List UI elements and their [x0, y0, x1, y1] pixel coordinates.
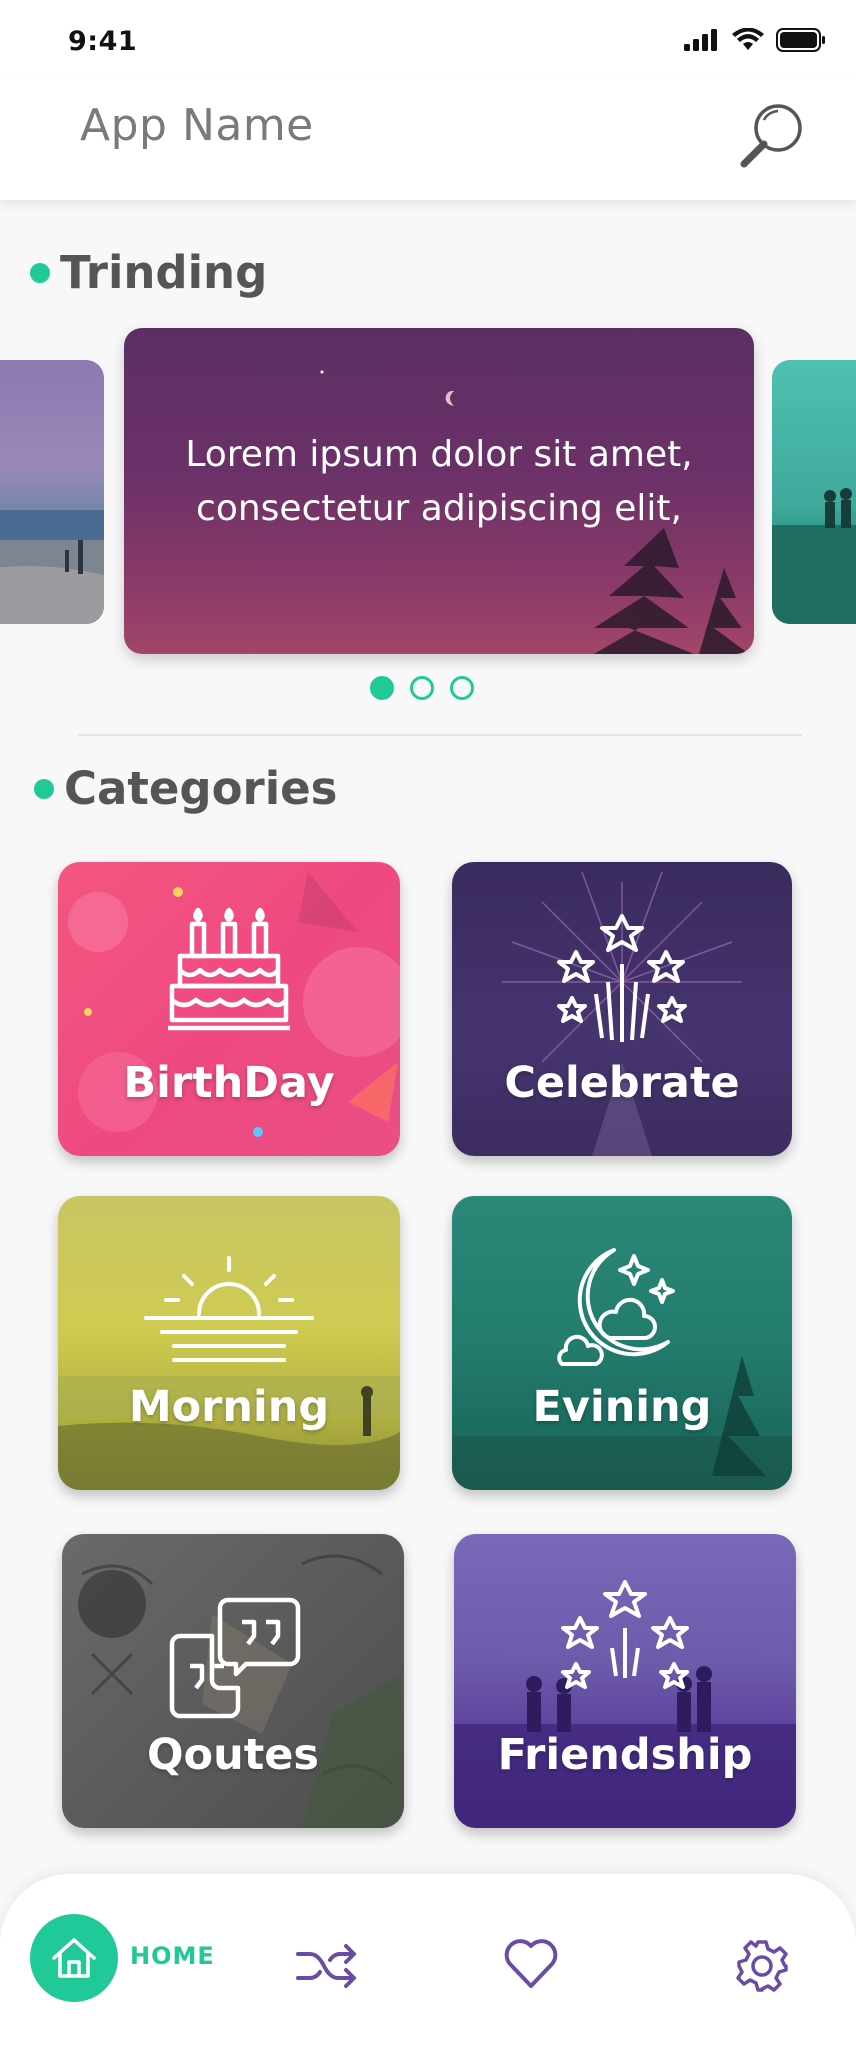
pager-dot-2[interactable]: [410, 676, 434, 700]
birthday-cake-icon: [168, 907, 290, 1031]
categories-title-text: Categories: [64, 762, 338, 815]
trending-text-line1: Lorem ipsum dolor sit amet,: [185, 434, 693, 475]
home-icon: [52, 1938, 96, 1978]
settings-icon[interactable]: [734, 1938, 790, 1994]
category-label: Morning: [128, 1382, 330, 1432]
sunrise-icon: [144, 1256, 314, 1362]
status-time: 9:41: [68, 26, 138, 57]
fireworks-icon: [557, 914, 687, 1042]
stars-icon: [561, 1580, 689, 1689]
trending-title-text: Trinding: [60, 246, 268, 299]
quote-bubbles-icon: [169, 1597, 301, 1719]
trending-card-text: Lorem ipsum dolor sit amet, consectetur …: [124, 428, 754, 536]
accent-dot: [30, 262, 50, 283]
app-title: App Name: [80, 100, 314, 151]
category-label: Evining: [532, 1382, 712, 1432]
wifi-icon: [732, 28, 764, 50]
trending-card-prev[interactable]: [0, 360, 104, 624]
shuffle-icon[interactable]: [296, 1944, 358, 1988]
category-birthday[interactable]: BirthDay: [58, 862, 400, 1156]
status-icons: [684, 26, 826, 54]
search-button[interactable]: [736, 98, 808, 170]
beach-image: [0, 510, 104, 624]
category-label: Qoutes: [146, 1730, 320, 1780]
couple-image: [772, 488, 856, 624]
category-quotes[interactable]: Qoutes: [62, 1534, 404, 1828]
signal-icon: [684, 29, 717, 51]
heart-icon[interactable]: [502, 1936, 560, 1990]
categories-title: Categories: [34, 762, 337, 815]
trending-card-next[interactable]: [772, 360, 856, 624]
carousel-pager: [370, 676, 474, 700]
trending-text-line2: consectetur adipiscing elit,: [196, 488, 682, 529]
accent-dot: [34, 778, 54, 799]
app-header: App Name: [0, 76, 856, 200]
category-label: Celebrate: [504, 1058, 740, 1108]
battery-icon: [776, 28, 825, 52]
category-evening[interactable]: Evining: [452, 1196, 792, 1490]
status-bar: 9:41: [0, 0, 856, 76]
category-label: Friendship: [497, 1730, 753, 1780]
pager-dot-1[interactable]: [370, 676, 394, 700]
nav-home-label[interactable]: HOME: [130, 1942, 215, 1970]
category-friendship[interactable]: Friendship: [454, 1534, 796, 1828]
moon-cloud-icon: [557, 1248, 675, 1366]
pager-dot-3[interactable]: [450, 676, 474, 700]
section-divider: [78, 734, 802, 736]
bottom-nav: HOME: [0, 1874, 856, 2054]
category-celebrate[interactable]: Celebrate: [452, 862, 792, 1156]
search-icon: [740, 104, 802, 168]
category-morning[interactable]: Morning: [58, 1196, 400, 1490]
trending-title: Trinding: [30, 246, 267, 299]
trending-card-main[interactable]: Lorem ipsum dolor sit amet, consectetur …: [124, 328, 754, 654]
nav-home-button[interactable]: [30, 1914, 118, 2002]
category-label: BirthDay: [123, 1058, 335, 1108]
